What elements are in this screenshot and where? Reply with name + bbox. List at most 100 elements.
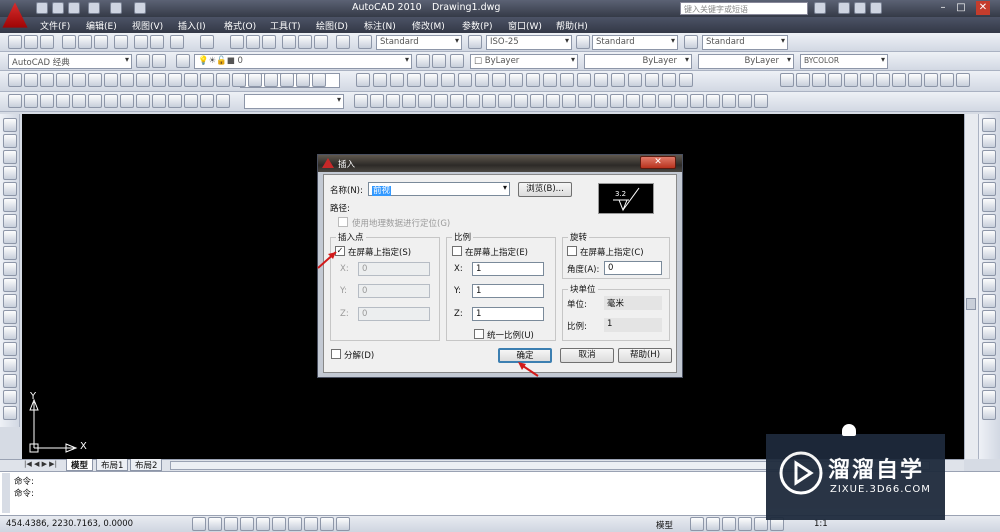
helix-icon[interactable]	[466, 94, 480, 108]
world-ucs-icon[interactable]	[24, 94, 38, 108]
box-icon[interactable]	[354, 94, 368, 108]
quick-properties-icon[interactable]	[336, 517, 350, 531]
line-r3-icon[interactable]	[356, 73, 370, 87]
save-icon[interactable]	[68, 2, 80, 14]
break-at-point-icon[interactable]	[982, 294, 996, 308]
rotate-icon[interactable]	[982, 214, 996, 228]
make-current-layer-icon[interactable]	[416, 54, 430, 68]
properties-icon[interactable]	[282, 35, 296, 49]
rectangle-icon[interactable]	[3, 182, 17, 196]
copy-icon[interactable]	[150, 35, 164, 49]
scale-icon[interactable]	[982, 230, 996, 244]
plot-icon[interactable]	[62, 35, 76, 49]
color-select[interactable]: □ ByLayer	[470, 54, 578, 69]
stretch-icon[interactable]	[982, 246, 996, 260]
menu-dimension[interactable]: 标注(N)	[364, 19, 396, 32]
polygon-icon[interactable]	[3, 166, 17, 180]
ucs-previous-icon[interactable]	[40, 94, 54, 108]
uniform-scale-checkbox[interactable]	[474, 329, 484, 339]
menu-file[interactable]: 文件(F)	[40, 19, 70, 32]
dim-edit-icon[interactable]	[280, 73, 294, 87]
minimize-icon[interactable]: –	[936, 1, 950, 15]
scale-z-input[interactable]: 1	[472, 307, 544, 321]
dim-radius-icon[interactable]	[72, 73, 86, 87]
dynamic-ucs-icon[interactable]	[288, 517, 302, 531]
imprint-icon[interactable]	[754, 94, 768, 108]
rotation-onscreen-checkbox[interactable]	[567, 246, 577, 256]
gradient-icon[interactable]	[594, 73, 608, 87]
polar-tracking-icon[interactable]	[240, 517, 254, 531]
circle-icon[interactable]	[3, 214, 17, 228]
slice-icon[interactable]	[690, 94, 704, 108]
polygon-icon[interactable]	[407, 73, 421, 87]
copy-r3-icon[interactable]	[796, 73, 810, 87]
scale-y-input[interactable]: 1	[472, 284, 544, 298]
ellipse-icon[interactable]	[3, 262, 17, 276]
cone-icon[interactable]	[386, 94, 400, 108]
open-file-icon[interactable]	[52, 2, 64, 14]
copy-icon[interactable]	[982, 134, 996, 148]
revcloud-icon[interactable]	[475, 73, 489, 87]
tolerance-icon[interactable]	[216, 73, 230, 87]
y-ucs-icon[interactable]	[168, 94, 182, 108]
dim-jogged-icon[interactable]	[88, 73, 102, 87]
plot-icon[interactable]	[134, 2, 146, 14]
arc-icon[interactable]	[3, 198, 17, 212]
plotstyle-select[interactable]: BYCOLOR	[800, 54, 888, 69]
3point-ucs-icon[interactable]	[136, 94, 150, 108]
menu-draw[interactable]: 绘图(D)	[316, 19, 348, 32]
offset-r3-icon[interactable]	[828, 73, 842, 87]
sweep-icon[interactable]	[530, 94, 544, 108]
jogged-linear-icon[interactable]	[264, 73, 278, 87]
presspull-icon[interactable]	[514, 94, 528, 108]
cut-icon[interactable]	[134, 35, 148, 49]
save-icon[interactable]	[40, 35, 54, 49]
inspect-icon[interactable]	[248, 73, 262, 87]
menu-insert[interactable]: 插入(I)	[178, 19, 206, 32]
ortho-mode-icon[interactable]	[224, 517, 238, 531]
mtext-icon[interactable]	[645, 73, 659, 87]
add-selected-icon[interactable]	[679, 73, 693, 87]
mleader-style-icon[interactable]	[684, 35, 698, 49]
table-icon[interactable]	[3, 390, 17, 404]
wedge-icon[interactable]	[370, 94, 384, 108]
z-axis-ucs-icon[interactable]	[120, 94, 134, 108]
intersect-icon[interactable]	[610, 94, 624, 108]
offset-icon[interactable]	[982, 166, 996, 180]
menu-tools[interactable]: 工具(T)	[270, 19, 301, 32]
draw-order-icon[interactable]	[982, 390, 996, 404]
3d-rotate-icon[interactable]	[642, 94, 656, 108]
hatch-icon[interactable]	[3, 342, 17, 356]
maximize-icon[interactable]: □	[954, 1, 968, 15]
circle-r3-icon[interactable]	[458, 73, 472, 87]
dim-arc-icon[interactable]	[40, 73, 54, 87]
3d-align-icon[interactable]	[658, 94, 672, 108]
insertion-x-input[interactable]: 0	[358, 262, 430, 276]
dim-aligned-icon[interactable]	[24, 73, 38, 87]
sphere-icon[interactable]	[402, 94, 416, 108]
text-style-icon[interactable]	[358, 35, 372, 49]
center-mark-icon[interactable]	[232, 73, 246, 87]
pan-icon[interactable]	[230, 35, 244, 49]
mirror-icon[interactable]	[982, 150, 996, 164]
visual-style-select[interactable]	[244, 94, 344, 109]
menu-parametric[interactable]: 参数(P)	[462, 19, 492, 32]
move-icon[interactable]	[982, 198, 996, 212]
make-block-icon[interactable]	[543, 73, 557, 87]
menu-help[interactable]: 帮助(H)	[556, 19, 588, 32]
layer-manager-icon[interactable]	[176, 54, 190, 68]
dim-baseline-icon[interactable]	[152, 73, 166, 87]
revision-cloud-icon[interactable]	[3, 230, 17, 244]
trim-r3-icon[interactable]	[924, 73, 938, 87]
lineweight-select[interactable]: ByLayer	[698, 54, 794, 69]
apply-ucs-icon[interactable]	[200, 94, 214, 108]
tool-palettes-icon[interactable]	[314, 35, 328, 49]
dim-break-icon[interactable]	[200, 73, 214, 87]
browse-button[interactable]: 浏览(B)...	[518, 182, 572, 197]
object-snap-icon[interactable]	[256, 517, 270, 531]
region-icon[interactable]	[611, 73, 625, 87]
dim-diameter-icon[interactable]	[104, 73, 118, 87]
new-file-icon[interactable]	[36, 2, 48, 14]
orbit-icon[interactable]	[216, 94, 230, 108]
quick-dim-icon[interactable]	[136, 73, 150, 87]
